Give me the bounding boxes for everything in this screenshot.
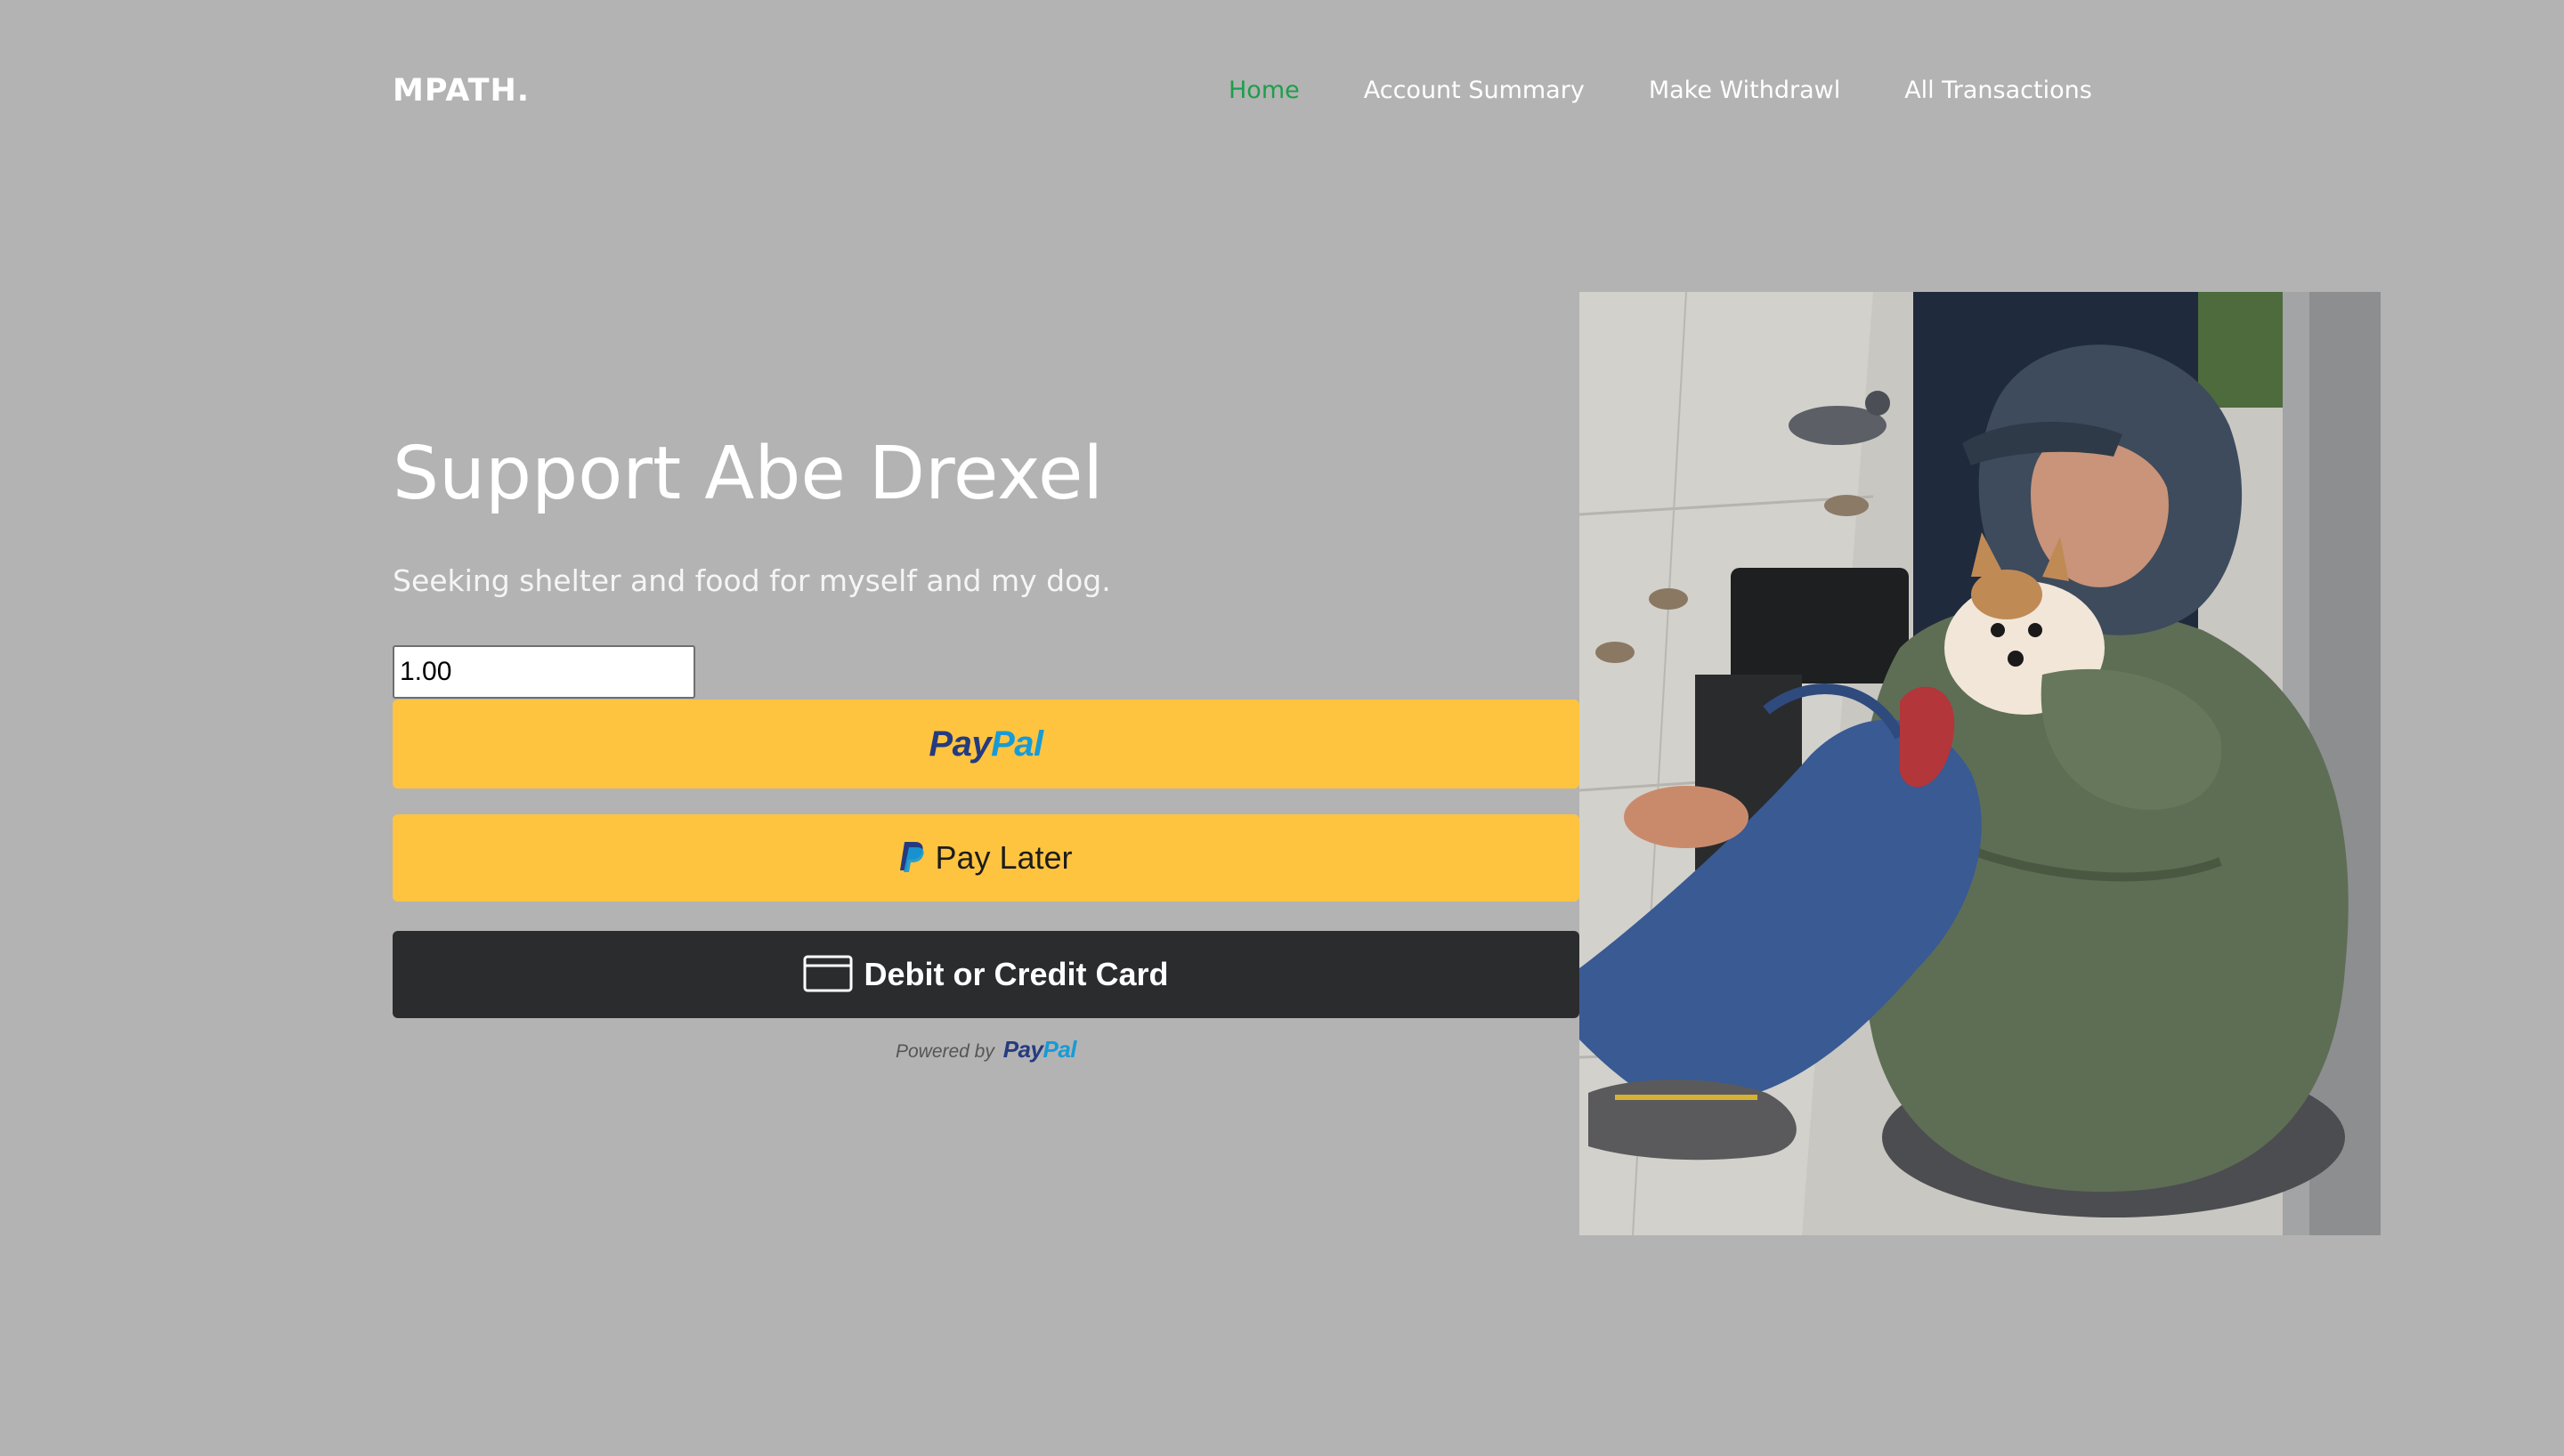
paypal-small-logo: PayPal xyxy=(1002,1036,1077,1063)
donation-amount-input[interactable] xyxy=(393,645,695,699)
nav-home-link[interactable]: Home xyxy=(1229,71,1300,110)
debit-credit-card-button[interactable]: Debit or Credit Card xyxy=(393,931,1579,1018)
campaign-photo xyxy=(1579,292,2381,1235)
main-nav: Home Account Summary Make Withdrawl All … xyxy=(1229,71,2156,110)
card-button-label: Debit or Credit Card xyxy=(864,956,1169,992)
campaign-title: Support Abe Drexel xyxy=(393,432,1104,516)
paypal-logo: PayPal xyxy=(929,724,1043,764)
powered-by-text: Powered by xyxy=(895,1041,994,1062)
pay-later-label: Pay Later xyxy=(935,839,1073,876)
nav-make-withdrawl-link[interactable]: Make Withdrawl xyxy=(1649,71,1840,110)
nav-account-summary-link[interactable]: Account Summary xyxy=(1364,71,1585,110)
nav-all-transactions-link[interactable]: All Transactions xyxy=(1904,71,2092,110)
powered-by-paypal: Powered by PayPal xyxy=(393,1036,1579,1064)
credit-card-icon xyxy=(803,955,853,995)
campaign-description: Seeking shelter and food for myself and … xyxy=(393,563,1111,598)
paypal-button[interactable]: PayPal xyxy=(393,700,1579,789)
brand-logo[interactable]: MPATH. xyxy=(393,71,530,110)
pay-later-button[interactable]: Pay Later xyxy=(393,814,1579,902)
paypal-p-icon xyxy=(899,840,926,877)
